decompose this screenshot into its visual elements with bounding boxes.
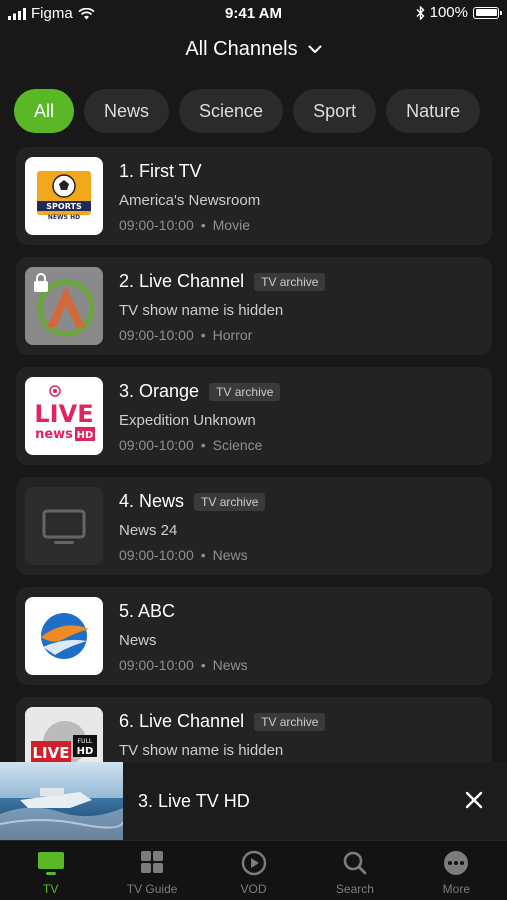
channel-show: News 24	[119, 522, 178, 539]
tab-label: VOD	[240, 882, 267, 896]
meta-separator: •	[200, 437, 206, 453]
channel-show: TV show name is hidden	[119, 302, 284, 319]
category-filters: All News Science Sport Nature	[14, 89, 507, 133]
channel-title: 4. News	[119, 491, 185, 511]
tv-archive-badge: TV archive	[194, 492, 266, 511]
battery-label: 100%	[429, 4, 468, 21]
globe-logo-icon	[41, 613, 89, 659]
channel-genre: Science	[212, 437, 263, 453]
more-icon	[444, 851, 469, 875]
channel-list: SPORTS NEWS HD 1. First TV America's New…	[16, 147, 492, 807]
channel-genre: Movie	[212, 217, 250, 233]
channel-logo	[25, 487, 103, 565]
channel-meta: 09:00-10:00 • News	[119, 547, 248, 563]
page-title: All Channels	[185, 38, 298, 60]
channel-time: 09:00-10:00	[119, 217, 194, 233]
tab-more[interactable]: More	[406, 841, 507, 900]
meta-separator: •	[200, 657, 206, 673]
channel-time: 09:00-10:00	[119, 437, 194, 453]
channel-time: 09:00-10:00	[119, 547, 194, 563]
tv-archive-badge: TV archive	[209, 382, 281, 401]
channel-show: America's Newsroom	[119, 192, 261, 209]
filter-chip-sport[interactable]: Sport	[293, 89, 377, 133]
tab-vod[interactable]: VOD	[203, 841, 304, 900]
channel-card[interactable]: 4. News TV archive News 24 09:00-10:00 •…	[16, 477, 492, 575]
filter-chip-nature[interactable]: Nature	[386, 89, 481, 133]
tv-icon	[37, 852, 64, 875]
channel-genre: News	[212, 657, 248, 673]
bluetooth-icon	[416, 5, 425, 20]
svg-text:HD: HD	[77, 430, 94, 441]
svg-text:LIVE: LIVE	[34, 400, 93, 428]
channel-genre: News	[212, 547, 248, 563]
channel-genre: Horror	[212, 327, 253, 343]
bottom-tab-bar: TV TV Guide VOD Search More	[0, 840, 507, 900]
battery-icon	[473, 6, 502, 19]
chevron-down-icon	[308, 45, 322, 53]
channel-meta: 09:00-10:00 • Movie	[119, 217, 250, 233]
channel-meta: 09:00-10:00 • Science	[119, 437, 262, 453]
channel-time: 09:00-10:00	[119, 657, 194, 673]
channel-show: TV show name is hidden	[119, 742, 284, 759]
tab-label: TV Guide	[126, 882, 178, 896]
channel-meta: 09:00-10:00 • Horror	[119, 327, 252, 343]
tab-label: More	[442, 882, 470, 896]
filter-chip-news[interactable]: News	[84, 89, 170, 133]
filter-chip-all[interactable]: All	[14, 89, 75, 133]
channel-card[interactable]: SPORTS NEWS HD 1. First TV America's New…	[16, 147, 492, 245]
tab-label: TV	[43, 882, 59, 896]
svg-text:news: news	[35, 427, 73, 442]
channel-logo: SPORTS NEWS HD	[25, 157, 103, 235]
meta-separator: •	[200, 327, 206, 343]
sports-news-logo-icon: SPORTS NEWS HD	[37, 171, 91, 221]
status-bar: Figma 9:41 AM 100%	[0, 0, 507, 28]
channel-time: 09:00-10:00	[119, 327, 194, 343]
search-icon	[343, 851, 367, 875]
svg-text:HD: HD	[77, 746, 94, 757]
channel-title: 6. Live Channel	[119, 711, 245, 731]
channel-title: 3. Orange	[119, 381, 200, 401]
mini-player[interactable]: 3. Live TV HD	[0, 762, 507, 840]
channel-show: Expedition Unknown	[119, 412, 256, 429]
filter-chip-science[interactable]: Science	[179, 89, 284, 133]
channel-card[interactable]: 2. Live Channel TV archive TV show name …	[16, 257, 492, 355]
close-icon[interactable]	[461, 787, 487, 813]
grid-icon	[141, 851, 164, 873]
locked-channel-logo-icon	[34, 273, 95, 337]
tab-label: Search	[335, 882, 374, 896]
tab-tv[interactable]: TV	[0, 841, 101, 900]
channel-logo: LIVE news HD	[25, 377, 103, 455]
svg-text:LIVE: LIVE	[33, 744, 70, 762]
live-news-logo-icon: LIVE news HD	[34, 385, 95, 442]
meta-separator: •	[200, 217, 206, 233]
tab-search[interactable]: Search	[304, 841, 405, 900]
channel-title: 2. Live Channel	[119, 271, 245, 291]
svg-text:FULL: FULL	[78, 738, 93, 745]
header: All Channels	[0, 38, 507, 61]
tv-placeholder-icon	[42, 509, 86, 544]
mini-player-thumbnail	[0, 762, 123, 840]
channel-title: 5. ABC	[119, 601, 176, 621]
boat-video-thumbnail-icon	[0, 762, 123, 840]
channel-show: News	[119, 632, 157, 649]
svg-text:SPORTS: SPORTS	[46, 202, 82, 211]
tv-archive-badge: TV archive	[254, 712, 326, 731]
channel-logo	[25, 597, 103, 675]
channel-card[interactable]: 5. ABC News 09:00-10:00 • News	[16, 587, 492, 685]
tab-tv-guide[interactable]: TV Guide	[101, 841, 202, 900]
status-right: 100%	[416, 4, 502, 21]
mini-player-title: 3. Live TV HD	[138, 791, 250, 811]
channel-title: 1. First TV	[119, 161, 202, 181]
svg-text:NEWS HD: NEWS HD	[48, 214, 80, 221]
channel-logo	[25, 267, 103, 345]
channel-card[interactable]: LIVE news HD 3. Orange TV archive Expedi…	[16, 367, 492, 465]
play-icon	[241, 850, 266, 876]
channel-group-selector[interactable]: All Channels	[185, 38, 322, 61]
meta-separator: •	[200, 547, 206, 563]
channel-meta: 09:00-10:00 • News	[119, 657, 248, 673]
tv-archive-badge: TV archive	[254, 272, 326, 291]
